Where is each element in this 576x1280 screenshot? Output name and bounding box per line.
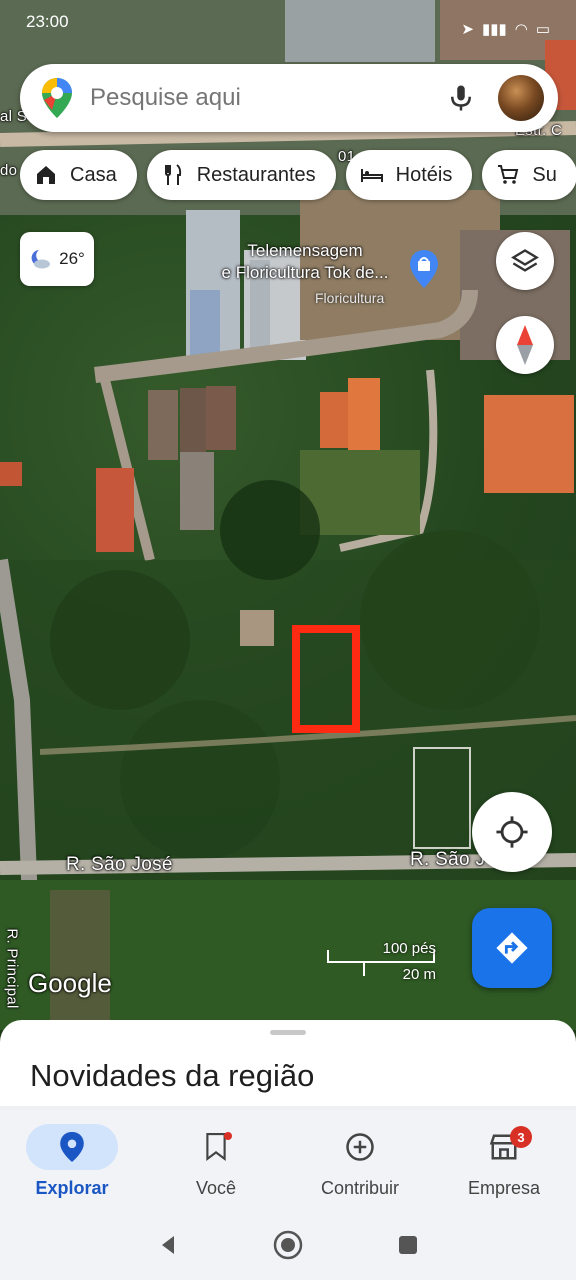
chip-hotels[interactable]: Hotéis bbox=[345, 150, 473, 200]
location-arrow-icon: ➤ bbox=[461, 21, 474, 38]
poi-category: Floricultura bbox=[315, 290, 385, 306]
recents-icon[interactable] bbox=[396, 1233, 420, 1257]
chip-supermarket[interactable]: Su bbox=[482, 150, 576, 200]
nav-label: Você bbox=[195, 1178, 237, 1198]
directions-icon bbox=[496, 932, 528, 964]
scale-imperial: 100 pés bbox=[382, 940, 436, 957]
poi-name[interactable]: Telemensagem e Floricultura Tok de... bbox=[200, 240, 410, 284]
microphone-icon[interactable] bbox=[446, 83, 476, 113]
street-label: do bbox=[0, 162, 18, 179]
add-circle-icon bbox=[346, 1133, 374, 1161]
chip-label: Su bbox=[532, 163, 557, 186]
compass-icon bbox=[517, 325, 533, 365]
sheet-title: Novidades da região bbox=[30, 1058, 315, 1093]
nav-you[interactable]: Você bbox=[144, 1110, 288, 1210]
status-bar: 23:00 ➤ ▮▮▮ ◠ ▭ bbox=[0, 0, 576, 58]
sheet-drag-handle[interactable] bbox=[270, 1030, 306, 1035]
chip-restaurants[interactable]: Restaurantes bbox=[146, 150, 336, 200]
search-bar[interactable] bbox=[20, 64, 558, 132]
bottom-sheet[interactable]: Novidades da região bbox=[0, 1020, 576, 1120]
status-time: 23:00 bbox=[26, 12, 69, 31]
chip-home[interactable]: Casa bbox=[20, 150, 137, 200]
my-location-button[interactable] bbox=[472, 792, 552, 872]
chip-label: Casa bbox=[70, 163, 117, 186]
shopping-bag-pin-icon[interactable] bbox=[410, 250, 438, 288]
bottom-navigation: Explorar Você Contribuir 3 Empresa bbox=[0, 1110, 576, 1210]
layers-button[interactable] bbox=[496, 232, 554, 290]
compass-button[interactable] bbox=[496, 316, 554, 374]
google-attribution: Google bbox=[28, 968, 112, 998]
avatar[interactable] bbox=[498, 75, 544, 121]
chip-label: Restaurantes bbox=[196, 163, 316, 186]
back-icon[interactable] bbox=[156, 1233, 180, 1257]
crosshair-icon bbox=[496, 816, 528, 848]
directions-button[interactable] bbox=[472, 908, 552, 988]
home-icon bbox=[37, 166, 55, 184]
nav-label: Contribuir bbox=[320, 1178, 400, 1198]
map-scale: 100 pés 20 m bbox=[326, 940, 436, 983]
weather-widget[interactable]: 26° bbox=[20, 232, 94, 286]
nav-explore[interactable]: Explorar bbox=[0, 1110, 144, 1210]
wifi-icon: ◠ bbox=[514, 21, 528, 38]
nav-label: Explorar bbox=[35, 1178, 109, 1198]
signal-icon: ▮▮▮ bbox=[481, 21, 507, 38]
google-maps-logo-icon bbox=[42, 78, 72, 118]
layers-icon bbox=[511, 249, 539, 272]
scale-metric: 20 m bbox=[402, 966, 436, 983]
partly-cloudy-night-icon bbox=[31, 250, 51, 269]
street-label-sao-jose: R. São J bbox=[410, 849, 486, 870]
system-navigation-bar bbox=[0, 1210, 576, 1280]
nav-contribute[interactable]: Contribuir bbox=[288, 1110, 432, 1210]
search-input[interactable] bbox=[90, 84, 438, 112]
bed-icon bbox=[360, 169, 383, 182]
nav-business[interactable]: 3 Empresa bbox=[432, 1110, 576, 1210]
weather-temperature: 26° bbox=[59, 249, 85, 268]
chip-label: Hotéis bbox=[395, 163, 453, 186]
cart-icon bbox=[498, 165, 519, 184]
fork-knife-icon bbox=[164, 164, 181, 185]
poi-name-line2: e Floricultura Tok de... bbox=[221, 263, 389, 282]
category-chips: Casa Restaurantes Hotéis Su bbox=[20, 150, 576, 200]
nav-label: Empresa bbox=[467, 1178, 541, 1198]
street-label-sao-jose: R. São José bbox=[66, 854, 173, 875]
notification-badge: 3 bbox=[510, 1126, 532, 1148]
poi-name-line1: Telemensagem bbox=[247, 241, 363, 260]
home-button-icon[interactable] bbox=[273, 1230, 303, 1260]
battery-icon: ▭ bbox=[535, 21, 550, 38]
notification-dot bbox=[224, 1132, 232, 1140]
street-label-principal: R. Principal bbox=[3, 928, 21, 1009]
location-pin-icon bbox=[60, 1132, 84, 1162]
